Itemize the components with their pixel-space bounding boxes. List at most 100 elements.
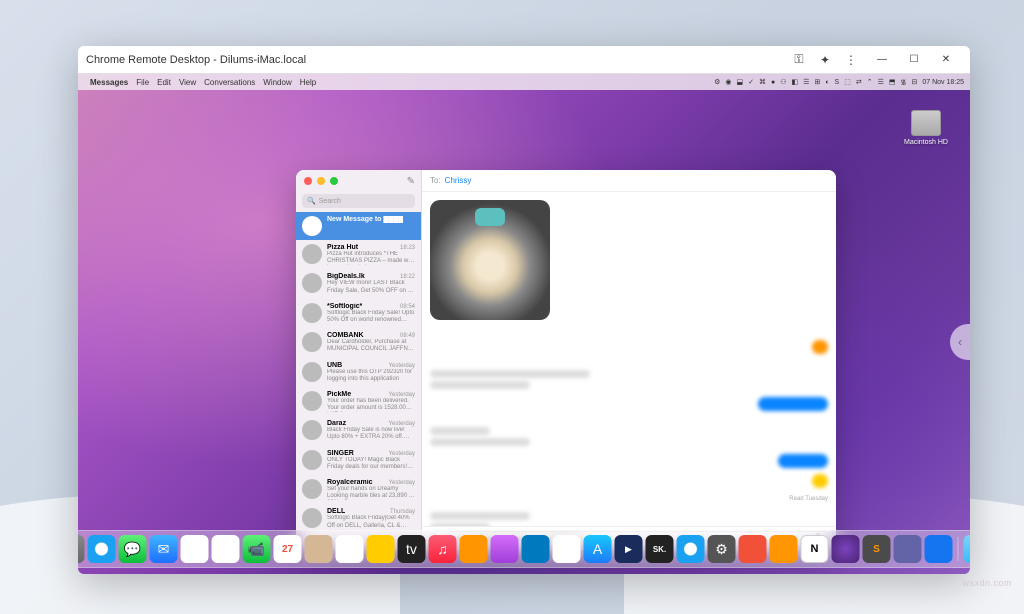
status-icon[interactable]: ⬒ bbox=[889, 78, 896, 86]
menubar-app-name[interactable]: Messages bbox=[90, 78, 128, 87]
sent-bubble[interactable] bbox=[812, 474, 828, 488]
dock-maps[interactable]: 🗺 bbox=[181, 535, 209, 563]
conversation-item[interactable]: Royalceramic Yesterday Set your hands on… bbox=[296, 475, 421, 504]
dock-books[interactable] bbox=[460, 535, 488, 563]
avatar bbox=[302, 479, 322, 499]
menu-file[interactable]: File bbox=[136, 78, 149, 87]
conversation-item[interactable]: PickMe Yesterday Your order has been del… bbox=[296, 387, 421, 416]
received-bubble[interactable] bbox=[430, 438, 530, 446]
status-icon[interactable]: ☰ bbox=[878, 78, 884, 86]
remote-mac-screen[interactable]: Messages File Edit View Conversations Wi… bbox=[78, 74, 970, 574]
sent-bubble[interactable] bbox=[758, 397, 828, 411]
dock-appstore[interactable]: A bbox=[584, 535, 612, 563]
conversation-preview: Please use this OTP 292320 for logging i… bbox=[327, 369, 415, 383]
status-icon[interactable]: ✓ bbox=[748, 78, 754, 86]
status-icon[interactable]: ⚙ bbox=[714, 78, 720, 86]
dock-calendar[interactable]: 27 bbox=[274, 535, 302, 563]
dock-contacts[interactable] bbox=[305, 535, 333, 563]
conversation-item[interactable]: COMBANK 08:49 Dear Cardholder, Purchase … bbox=[296, 328, 421, 357]
dock-swift[interactable] bbox=[739, 535, 767, 563]
window-controls: — ☐ ✕ bbox=[866, 46, 962, 74]
dock-music[interactable]: ♫ bbox=[429, 535, 457, 563]
dock-pages[interactable] bbox=[770, 535, 798, 563]
dock-teams[interactable] bbox=[894, 535, 922, 563]
maximize-button[interactable]: ☐ bbox=[898, 46, 930, 74]
menu-help[interactable]: Help bbox=[300, 78, 316, 87]
key-icon[interactable]: ⚿ bbox=[792, 53, 806, 67]
search-input[interactable]: 🔍 Search bbox=[302, 194, 415, 208]
minimize-traffic-light[interactable] bbox=[317, 177, 325, 185]
conversation-item[interactable]: UNB Yesterday Please use this OTP 292320… bbox=[296, 358, 421, 387]
dock-notes[interactable] bbox=[367, 535, 395, 563]
received-bubble[interactable] bbox=[430, 512, 530, 520]
status-icon[interactable]: ᯾ bbox=[901, 78, 907, 87]
dock-dash[interactable] bbox=[832, 535, 860, 563]
to-field[interactable]: To: Chrissy bbox=[422, 170, 836, 192]
received-bubble[interactable] bbox=[430, 381, 530, 389]
dock-reminders[interactable] bbox=[336, 535, 364, 563]
dock-xcode[interactable] bbox=[925, 535, 953, 563]
status-icon[interactable]: ⇄ bbox=[856, 78, 862, 86]
received-bubble[interactable] bbox=[430, 427, 490, 435]
conversation-item[interactable]: BigDeals.lk 18:22 Hey VIEW more! LAST Bl… bbox=[296, 269, 421, 298]
dock-launchpad[interactable] bbox=[78, 535, 85, 563]
dock-sublime[interactable]: S bbox=[863, 535, 891, 563]
status-icon[interactable]: ◉ bbox=[725, 78, 731, 86]
dock-photos[interactable]: ✿ bbox=[212, 535, 240, 563]
menu-window[interactable]: Window bbox=[263, 78, 291, 87]
close-traffic-light[interactable] bbox=[304, 177, 312, 185]
chrome-menu-icon[interactable]: ⋮ bbox=[844, 53, 858, 67]
conversation-item[interactable]: *Softlogic* 08:54 Softlogic Black Friday… bbox=[296, 299, 421, 328]
message-photo-attachment[interactable] bbox=[430, 200, 550, 320]
hd-label: Macintosh HD bbox=[904, 139, 948, 146]
dock-sk-app[interactable]: SK. bbox=[646, 535, 674, 563]
sent-bubble[interactable] bbox=[778, 454, 828, 468]
conversation-item[interactable]: SINGER Yesterday ONLY TODAY! Magic Black… bbox=[296, 446, 421, 475]
compose-button[interactable]: ✎ bbox=[407, 176, 415, 187]
status-icon[interactable]: S bbox=[835, 79, 840, 86]
dock-video-app[interactable]: ▶ bbox=[615, 535, 643, 563]
menu-view[interactable]: View bbox=[179, 78, 196, 87]
dock-notion[interactable]: N bbox=[801, 535, 829, 563]
status-icon[interactable]: ⌃ bbox=[867, 78, 873, 86]
zoom-traffic-light[interactable] bbox=[330, 177, 338, 185]
message-thread[interactable]: Read Tuesday bbox=[422, 192, 836, 526]
dock-separator bbox=[958, 537, 959, 561]
dock-mail[interactable]: ✉ bbox=[150, 535, 178, 563]
menubar-date[interactable]: 07 Nov 18:25 bbox=[922, 79, 964, 86]
dock-trello[interactable] bbox=[522, 535, 550, 563]
extensions-icon[interactable]: ✦ bbox=[818, 53, 832, 67]
avatar bbox=[302, 391, 322, 411]
conversation-item[interactable]: New Message to ████ bbox=[296, 212, 421, 240]
menu-conversations[interactable]: Conversations bbox=[204, 78, 255, 87]
status-icon[interactable]: ◐ bbox=[825, 79, 829, 86]
received-bubble[interactable] bbox=[430, 370, 590, 378]
dock-facetime[interactable]: 📹 bbox=[243, 535, 271, 563]
close-button[interactable]: ✕ bbox=[930, 46, 962, 74]
menu-edit[interactable]: Edit bbox=[157, 78, 171, 87]
sent-bubble[interactable] bbox=[812, 340, 828, 354]
status-icon[interactable]: ● bbox=[771, 79, 775, 86]
status-icon[interactable]: ⬚ bbox=[844, 78, 851, 86]
dock-safari-tp[interactable] bbox=[677, 535, 705, 563]
status-icon[interactable]: ⚇ bbox=[780, 78, 786, 86]
minimize-button[interactable]: — bbox=[866, 46, 898, 74]
status-icon[interactable]: ⊟ bbox=[911, 78, 917, 86]
conversation-item[interactable]: Pizza Hut 18:23 Pizza Hut introduces *TH… bbox=[296, 240, 421, 269]
status-icon[interactable]: ⬓ bbox=[737, 78, 744, 86]
dock-tv[interactable]: tv bbox=[398, 535, 426, 563]
received-bubble[interactable] bbox=[430, 523, 490, 526]
status-icon[interactable]: ☰ bbox=[803, 78, 809, 86]
conversations-list[interactable]: New Message to ████ Pizza Hut 18:23 Pizz… bbox=[296, 212, 421, 550]
dock-podcasts[interactable] bbox=[491, 535, 519, 563]
desktop-hd-icon[interactable]: Macintosh HD bbox=[904, 110, 948, 146]
conversation-item[interactable]: Daraz Yesterday Black Friday Sale is now… bbox=[296, 416, 421, 445]
status-icon[interactable]: ◧ bbox=[792, 78, 799, 86]
dock-slack[interactable]: ✱ bbox=[553, 535, 581, 563]
status-icon[interactable]: ⌘ bbox=[759, 78, 766, 86]
dock-settings[interactable]: ⚙ bbox=[708, 535, 736, 563]
dock-downloads[interactable] bbox=[964, 535, 971, 563]
status-icon[interactable]: ⊞ bbox=[814, 78, 820, 86]
dock-messages[interactable]: 💬 bbox=[119, 535, 147, 563]
dock-safari[interactable] bbox=[88, 535, 116, 563]
